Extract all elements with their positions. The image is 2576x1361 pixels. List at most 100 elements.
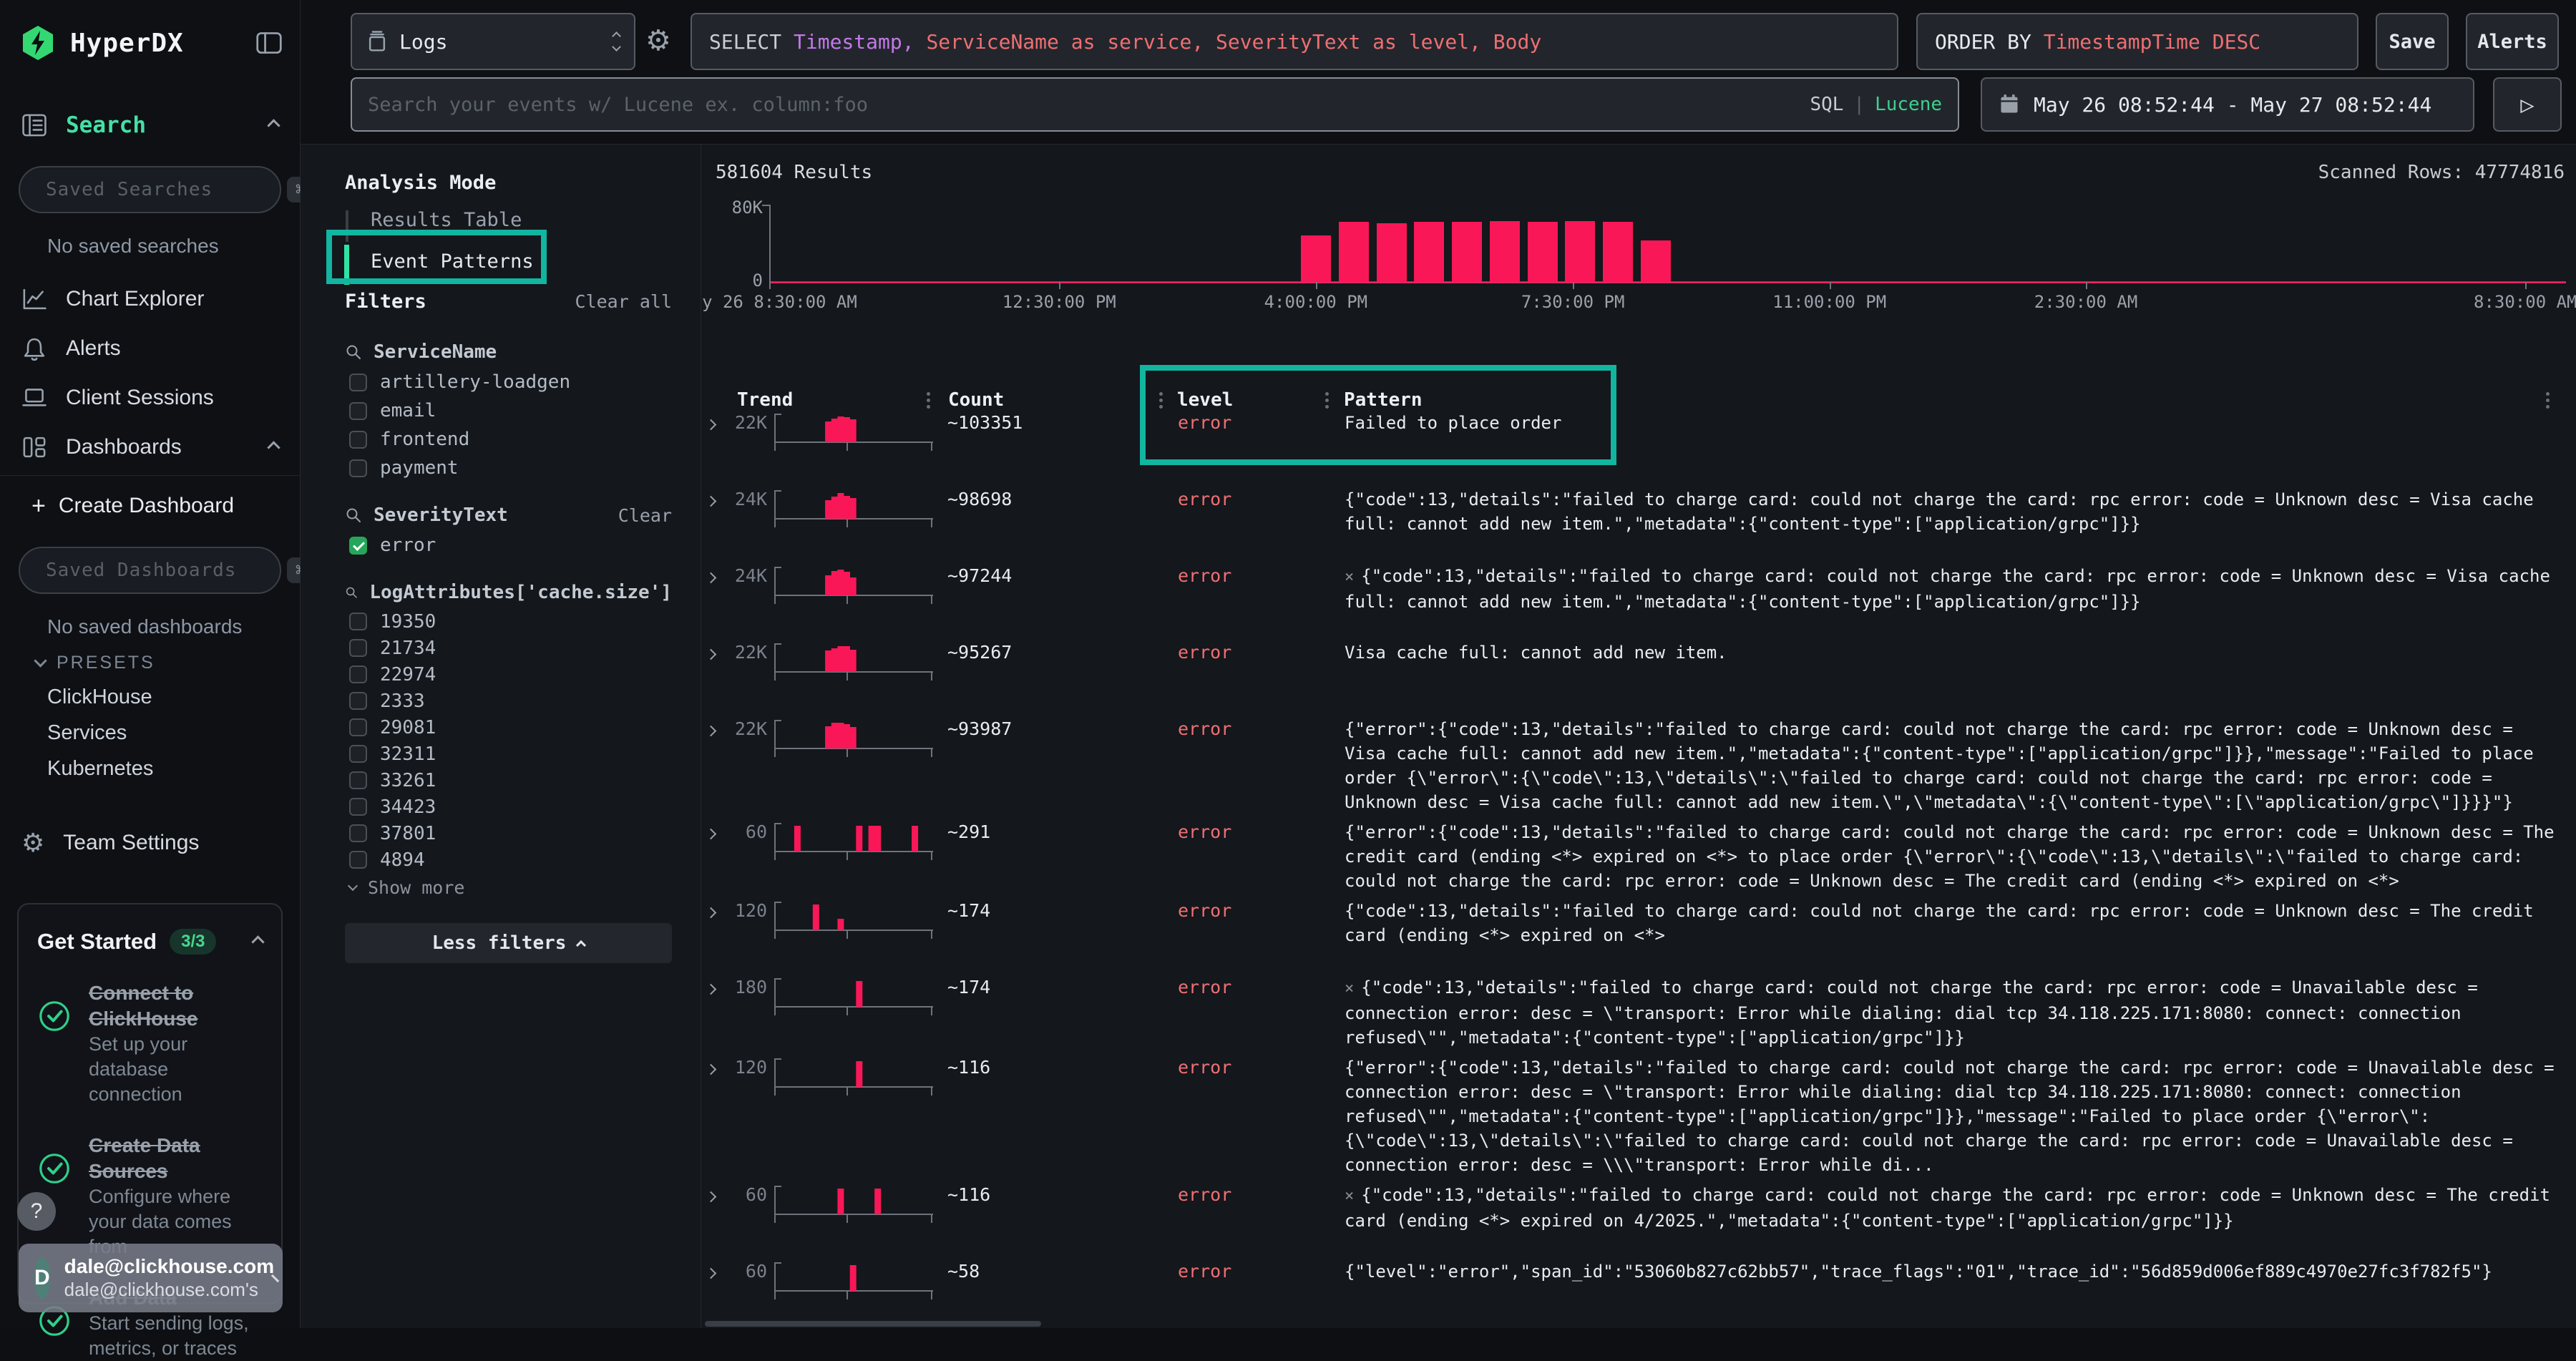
show-more-button[interactable]: Show more [345, 873, 672, 902]
search-input[interactable] [368, 94, 1810, 116]
pattern-row[interactable]: 180~174error×{"code":13,"details":"faile… [701, 975, 2566, 1050]
lang-lucene[interactable]: Lucene [1875, 94, 1942, 115]
facet-clear-button[interactable]: Clear [618, 505, 672, 526]
filter-option[interactable]: 33261 [345, 767, 672, 794]
row-expander[interactable] [701, 982, 730, 996]
filter-option[interactable]: 37801 [345, 820, 672, 847]
create-dashboard-button[interactable]: + Create Dashboard [31, 488, 234, 524]
results-histogram[interactable]: May 26 8:30:00 AM12:30:00 PM4:00:00 PM7:… [769, 205, 2566, 282]
run-query-button[interactable]: ▷ [2493, 77, 2562, 132]
horizontal-scrollbar[interactable] [705, 1321, 1041, 1327]
row-expander[interactable] [701, 724, 730, 738]
source-settings-gear-icon[interactable]: ⚙ [645, 24, 671, 57]
checkbox-icon[interactable] [349, 613, 367, 630]
sidebar-item-dashboards[interactable]: Dashboards [21, 427, 278, 467]
saved-searches-field[interactable] [46, 179, 287, 200]
checkbox-icon[interactable] [349, 402, 367, 420]
search-icon[interactable] [345, 507, 362, 524]
pattern-row[interactable]: 24K~97244error×{"code":13,"details":"fai… [701, 564, 2566, 635]
pattern-row[interactable]: 60~58error{"level":"error","span_id":"53… [701, 1259, 2566, 1328]
checkbox-icon[interactable] [349, 851, 367, 869]
filter-option[interactable]: 29081 [345, 714, 672, 741]
saved-dashboards-field[interactable] [46, 560, 287, 581]
sidebar-item-alerts[interactable]: Alerts [21, 328, 278, 369]
chevron-up-icon[interactable] [267, 441, 280, 454]
checkbox-icon[interactable] [349, 798, 367, 816]
row-expander[interactable] [701, 827, 730, 841]
search-icon[interactable] [345, 343, 362, 361]
mode-results-table[interactable]: Results Table [371, 209, 522, 231]
filter-option[interactable]: payment [345, 454, 672, 482]
row-expander[interactable] [701, 494, 730, 508]
lang-sql[interactable]: SQL [1810, 94, 1843, 115]
get-started-step-sources[interactable]: Create Data Sources Configure where your… [37, 1133, 263, 1259]
pattern-row[interactable]: 22K~95267errorVisa cache full: cannot ad… [701, 640, 2566, 711]
checkbox-icon[interactable] [349, 665, 367, 683]
search-icon[interactable] [345, 584, 358, 601]
pattern-count: ~98698 [947, 489, 1165, 509]
help-button[interactable]: ? [17, 1192, 56, 1231]
pattern-row[interactable]: 24K~98698error{"code":13,"details":"fail… [701, 487, 2566, 558]
preset-services[interactable]: Services [47, 721, 127, 745]
pattern-row[interactable]: 120~116error{"error":{"code":13,"details… [701, 1055, 2566, 1177]
date-range-picker[interactable]: May 26 08:52:44 - May 27 08:52:44 [1981, 77, 2474, 132]
pattern-row[interactable]: 60~291error{"error":{"code":13,"details"… [701, 820, 2566, 893]
checkbox-icon[interactable] [349, 639, 367, 657]
saved-dashboards-input[interactable]: ⌘K [19, 547, 281, 594]
filter-option[interactable]: 2333 [345, 688, 672, 714]
row-expander[interactable] [701, 1190, 730, 1204]
pattern-row[interactable]: 60~116error×{"code":13,"details":"failed… [701, 1183, 2566, 1254]
filter-option[interactable]: artillery-loadgen [345, 368, 672, 396]
checkbox-icon[interactable] [349, 824, 367, 842]
checkbox-icon[interactable] [349, 771, 367, 789]
pattern-row[interactable]: 22K~93987error{"error":{"code":13,"detai… [701, 717, 2566, 814]
filter-option[interactable]: 34423 [345, 794, 672, 820]
pattern-row[interactable]: 22K~103351errorFailed to place order [701, 411, 2566, 482]
source-select[interactable]: Logs [351, 13, 635, 70]
get-started-step-connect[interactable]: Connect to ClickHouse Set up your databa… [37, 980, 263, 1107]
row-expander[interactable] [701, 418, 730, 431]
chevron-up-icon[interactable] [251, 935, 264, 948]
presets-toggle[interactable]: PRESETS [36, 653, 155, 673]
alerts-button[interactable]: Alerts [2466, 13, 2559, 70]
row-expander[interactable] [701, 1063, 730, 1076]
filter-option[interactable]: 22974 [345, 661, 672, 688]
search-bar[interactable]: SQL | Lucene [351, 77, 1959, 132]
filter-option[interactable]: 32311 [345, 741, 672, 767]
sidebar-item-chart-explorer[interactable]: Chart Explorer [21, 279, 278, 319]
checkbox-checked-icon[interactable] [349, 537, 367, 555]
saved-searches-input[interactable]: ⌘K [19, 166, 281, 213]
save-button[interactable]: Save [2376, 13, 2449, 70]
preset-kubernetes[interactable]: Kubernetes [47, 757, 153, 781]
preset-clickhouse[interactable]: ClickHouse [47, 686, 152, 709]
row-expander[interactable] [701, 648, 730, 661]
filter-option[interactable]: error [345, 531, 672, 560]
table-options-icon[interactable] [2546, 392, 2550, 396]
column-drag-handle-icon[interactable] [927, 392, 930, 396]
checkbox-icon[interactable] [349, 431, 367, 449]
filter-option[interactable]: frontend [345, 425, 672, 454]
filter-option[interactable]: email [345, 396, 672, 425]
filter-option[interactable]: 21734 [345, 635, 672, 661]
checkbox-icon[interactable] [349, 745, 367, 763]
select-clause-input[interactable]: SELECT Timestamp, ServiceName as service… [691, 13, 1898, 70]
sidebar-item-team-settings[interactable]: ⚙ Team Settings [21, 823, 278, 863]
chevron-up-icon[interactable] [267, 119, 280, 132]
row-expander[interactable] [701, 906, 730, 919]
pattern-row[interactable]: 120~174error{"code":13,"details":"failed… [701, 899, 2566, 970]
filter-option[interactable]: 4894 [345, 847, 672, 873]
less-filters-button[interactable]: Less filters [345, 923, 672, 963]
sidebar-item-search[interactable]: Search [21, 107, 278, 143]
checkbox-icon[interactable] [349, 374, 367, 391]
row-expander[interactable] [701, 571, 730, 585]
checkbox-icon[interactable] [349, 459, 367, 477]
checkbox-icon[interactable] [349, 718, 367, 736]
collapse-sidebar-icon[interactable] [255, 31, 283, 55]
row-expander[interactable] [701, 1267, 730, 1280]
checkbox-icon[interactable] [349, 692, 367, 710]
user-profile[interactable]: D dale@clickhouse.com dale@clickhouse.co… [19, 1244, 283, 1312]
filter-option[interactable]: 19350 [345, 608, 672, 635]
order-by-input[interactable]: ORDER BY TimestampTime DESC [1916, 13, 2358, 70]
clear-all-filters[interactable]: Clear all [575, 291, 672, 312]
sidebar-item-client-sessions[interactable]: Client Sessions [21, 378, 278, 418]
